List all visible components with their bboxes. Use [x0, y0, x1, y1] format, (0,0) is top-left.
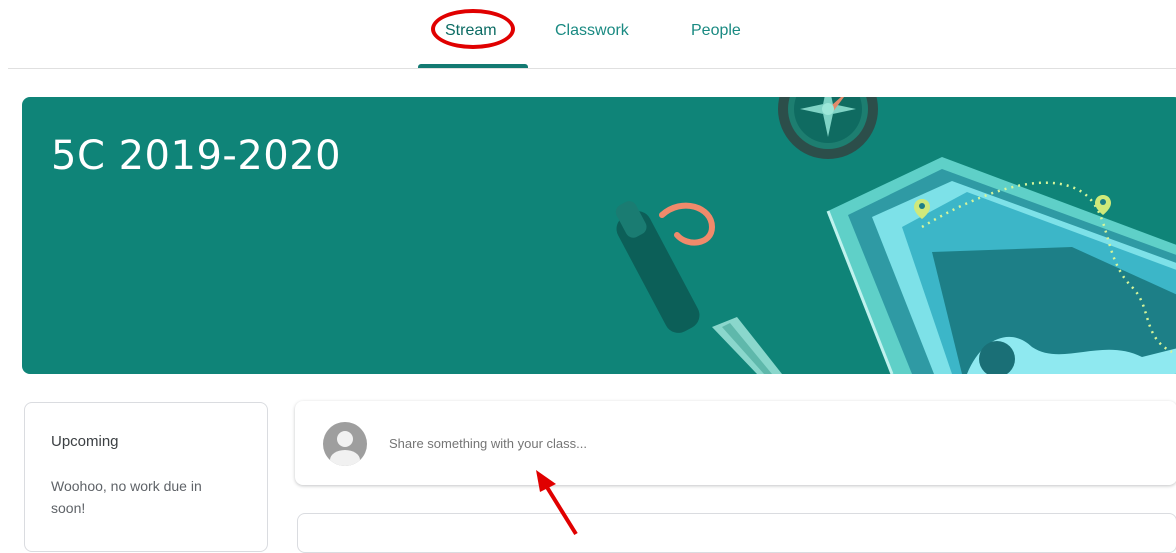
tab-people[interactable]: People	[691, 22, 741, 40]
share-box[interactable]	[295, 401, 1176, 485]
class-banner: 5C 2019-2020	[22, 97, 1176, 374]
class-title: 5C 2019-2020	[51, 133, 342, 179]
compass-icon	[778, 97, 878, 159]
upcoming-title: Upcoming	[51, 433, 119, 450]
tab-stream[interactable]: Stream	[445, 22, 497, 40]
upcoming-card: Upcoming Woohoo, no work due in soon!	[24, 402, 268, 552]
stream-post-card	[297, 513, 1176, 553]
avatar-icon	[323, 422, 367, 466]
snorkel-illustration	[615, 201, 782, 374]
nav-divider	[8, 68, 1176, 69]
upcoming-message: Woohoo, no work due in soon!	[51, 478, 202, 516]
pool-illustration	[826, 157, 1176, 374]
share-input[interactable]	[387, 435, 791, 452]
tab-classwork[interactable]: Classwork	[555, 22, 629, 40]
top-navigation: Stream Classwork People	[0, 0, 1176, 70]
